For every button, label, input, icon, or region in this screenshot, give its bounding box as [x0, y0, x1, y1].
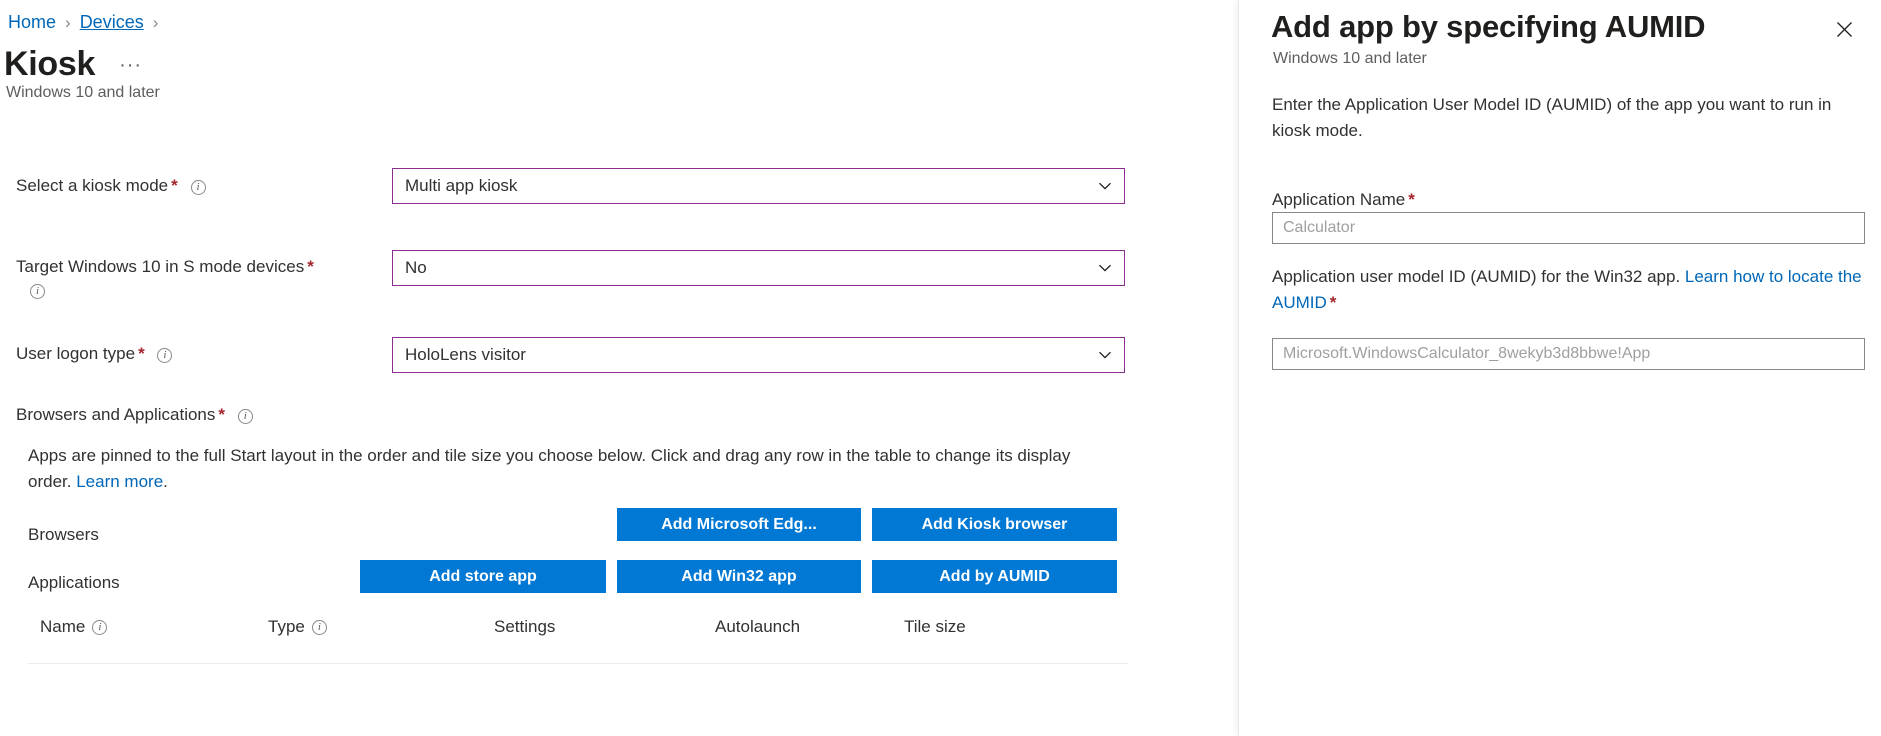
breadcrumb-item-home[interactable]: Home: [8, 12, 56, 33]
kiosk-mode-value: Multi app kiosk: [405, 176, 1096, 196]
apps-table-header: Name i Type i Settings Autolaunch Tile s…: [28, 617, 1128, 664]
chevron-down-icon: [1096, 177, 1114, 195]
panel-header: Add app by specifying AUMID: [1271, 8, 1861, 47]
label-aumid: Application user model ID (AUMID) for th…: [1272, 264, 1868, 315]
s-mode-value: No: [405, 258, 1096, 278]
label-kiosk-mode: Select a kiosk mode* i: [16, 175, 206, 198]
info-icon[interactable]: i: [157, 348, 172, 363]
label-logon-type: User logon type* i: [16, 343, 172, 366]
breadcrumb-separator-icon: ›: [65, 14, 71, 31]
close-icon[interactable]: [1827, 12, 1861, 46]
aumid-input[interactable]: Microsoft.WindowsCalculator_8wekyb3d8bbw…: [1272, 338, 1865, 370]
breadcrumb: Home › Devices ›: [8, 12, 158, 33]
add-win32-app-button[interactable]: Add Win32 app: [617, 560, 861, 593]
kiosk-mode-dropdown[interactable]: Multi app kiosk: [392, 168, 1125, 204]
info-icon[interactable]: i: [30, 284, 45, 299]
browsers-row-label: Browsers: [28, 525, 99, 545]
apps-section-description: Apps are pinned to the full Start layout…: [28, 443, 1088, 494]
table-header-type[interactable]: Type i: [268, 617, 327, 637]
label-browsers-and-applications: Browsers and Applications* i: [16, 404, 253, 427]
table-header-name[interactable]: Name i: [40, 617, 107, 637]
panel-subtitle: Windows 10 and later: [1273, 50, 1427, 68]
table-header-settings[interactable]: Settings: [494, 617, 555, 637]
page-title-row: Kiosk ···: [4, 46, 142, 83]
info-icon[interactable]: i: [238, 409, 253, 424]
info-icon[interactable]: i: [312, 620, 327, 635]
s-mode-dropdown[interactable]: No: [392, 250, 1125, 286]
table-header-tile-size[interactable]: Tile size: [904, 617, 966, 637]
panel-title: Add app by specifying AUMID: [1271, 8, 1827, 47]
breadcrumb-item-devices[interactable]: Devices: [80, 12, 144, 33]
add-microsoft-edge-button[interactable]: Add Microsoft Edg...: [617, 508, 861, 541]
info-icon[interactable]: i: [92, 620, 107, 635]
learn-more-link[interactable]: Learn more: [76, 472, 163, 491]
logon-type-value: HoloLens visitor: [405, 345, 1096, 365]
chevron-down-icon: [1096, 346, 1114, 364]
chevron-down-icon: [1096, 259, 1114, 277]
application-name-input[interactable]: Calculator: [1272, 212, 1865, 244]
add-aumid-panel: Add app by specifying AUMID Windows 10 a…: [1238, 0, 1881, 736]
add-store-app-button[interactable]: Add store app: [360, 560, 606, 593]
label-application-name: Application Name*: [1272, 187, 1415, 213]
panel-description: Enter the Application User Model ID (AUM…: [1272, 92, 1862, 143]
add-by-aumid-button[interactable]: Add by AUMID: [872, 560, 1117, 593]
info-icon[interactable]: i: [191, 180, 206, 195]
table-header-autolaunch[interactable]: Autolaunch: [715, 617, 800, 637]
kiosk-configuration-page: Home › Devices › Kiosk ··· Windows 10 an…: [0, 0, 1881, 736]
logon-type-dropdown[interactable]: HoloLens visitor: [392, 337, 1125, 373]
label-s-mode: Target Windows 10 in S mode devices* i: [16, 256, 376, 302]
add-kiosk-browser-button[interactable]: Add Kiosk browser: [872, 508, 1117, 541]
more-options-icon[interactable]: ···: [119, 54, 142, 77]
page-title: Kiosk: [4, 46, 95, 83]
applications-row-label: Applications: [28, 573, 120, 593]
breadcrumb-separator-icon: ›: [153, 14, 159, 31]
page-subtitle: Windows 10 and later: [6, 84, 160, 102]
main-blade: Home › Devices › Kiosk ··· Windows 10 an…: [0, 0, 1238, 736]
